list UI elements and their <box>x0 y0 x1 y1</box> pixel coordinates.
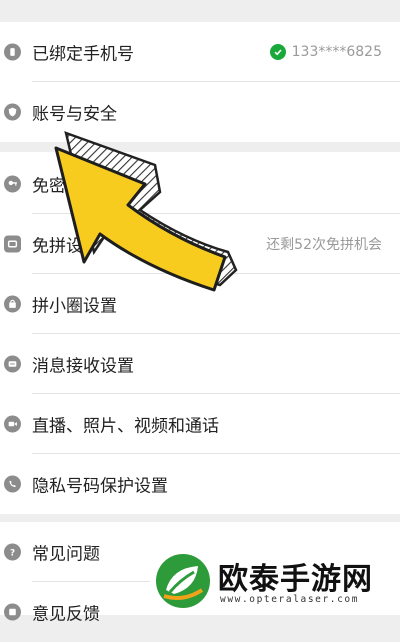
message-settings-row[interactable]: 消息接收设置 <box>0 334 400 394</box>
bound-phone-value-wrap: 133****6825 <box>269 44 382 60</box>
group-free-value: 还剩52次免拼机会 <box>266 237 382 253</box>
leaf-logo-icon <box>156 554 210 608</box>
media-call-label: 直播、照片、视频和通话 <box>32 416 219 437</box>
settings-group-account: 已绑定手机号 133****6825 账号与安全 <box>0 22 400 142</box>
account-security-row[interactable]: 账号与安全 <box>0 82 400 142</box>
watermark-logo: 欧泰手游网 www.opteralaser.com <box>150 548 400 615</box>
bound-phone-row[interactable]: 已绑定手机号 133****6825 <box>0 22 400 82</box>
password-free-label: 免密 <box>32 176 66 197</box>
privacy-number-label: 隐私号码保护设置 <box>32 476 168 497</box>
pin-circle-row[interactable]: 拼小圈设置 <box>0 274 400 334</box>
key-icon <box>4 175 21 193</box>
password-free-row[interactable]: 免密 <box>0 154 400 214</box>
phone-icon <box>4 43 21 61</box>
bound-phone-label: 已绑定手机号 <box>32 44 134 65</box>
video-icon <box>4 415 21 433</box>
shield-icon <box>4 103 21 121</box>
bag-icon <box>4 295 21 313</box>
settings-group-preferences: 免密 免拼设 还剩52次免拼机会 拼小圈设置 消息接收设置 直播、照片、视频和通… <box>0 152 400 514</box>
pin-circle-label: 拼小圈设置 <box>32 296 117 317</box>
media-call-row[interactable]: 直播、照片、视频和通话 <box>0 394 400 454</box>
group-free-row[interactable]: 免拼设 还剩52次免拼机会 <box>0 214 400 274</box>
message-icon <box>4 355 21 373</box>
watermark-brand: 欧泰手游网 <box>218 562 373 597</box>
group-free-label: 免拼设 <box>32 236 83 257</box>
message-settings-label: 消息接收设置 <box>32 356 134 377</box>
privacy-number-row[interactable]: 隐私号码保护设置 <box>0 454 400 514</box>
privacy-icon <box>4 475 21 493</box>
card-icon <box>4 235 21 253</box>
bound-phone-value: 133****6825 <box>291 44 382 60</box>
verified-check-icon <box>269 44 286 60</box>
feedback-label: 意见反馈 <box>32 604 100 625</box>
help-icon: ? <box>4 543 21 561</box>
account-security-label: 账号与安全 <box>32 104 117 125</box>
feedback-icon <box>4 603 21 621</box>
svg-text:?: ? <box>10 548 15 557</box>
watermark-url: www.opteralaser.com <box>220 594 360 605</box>
faq-label: 常见问题 <box>32 544 100 565</box>
